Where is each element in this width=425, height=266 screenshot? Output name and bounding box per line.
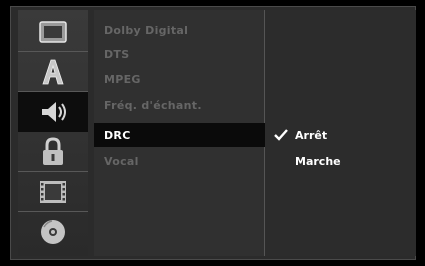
menu-item-drc[interactable]: DRC	[94, 123, 264, 147]
option-on[interactable]: Marche	[265, 149, 416, 173]
category-audio[interactable]	[18, 92, 88, 132]
menu-item-dolby-digital[interactable]: Dolby Digital	[94, 18, 264, 42]
category-display[interactable]	[18, 12, 88, 52]
option-off[interactable]: Arrêt	[265, 123, 416, 147]
menu-item-mpeg[interactable]: MPEG	[94, 67, 264, 91]
language-icon	[42, 59, 64, 84]
category-others[interactable]	[18, 172, 88, 212]
lock-icon	[43, 136, 63, 165]
category-disc[interactable]	[18, 212, 88, 252]
checkmark-icon	[271, 129, 291, 141]
menu-item-vocal[interactable]: Vocal	[94, 149, 264, 173]
menu-item-sample-freq[interactable]: Fréq. d'échant.	[94, 93, 264, 117]
tv-icon	[39, 20, 67, 43]
speaker-icon	[42, 101, 66, 122]
category-column	[18, 10, 88, 256]
osd-screen: Dolby Digital DTS MPEG Fréq. d'échant. D…	[0, 0, 425, 266]
category-language[interactable]	[18, 52, 88, 92]
option-label: Marche	[295, 154, 341, 168]
option-label: Arrêt	[295, 128, 328, 142]
disc-icon	[41, 220, 65, 244]
menu-item-dts[interactable]: DTS	[94, 42, 264, 66]
film-icon	[40, 180, 66, 203]
category-lock[interactable]	[18, 132, 88, 172]
